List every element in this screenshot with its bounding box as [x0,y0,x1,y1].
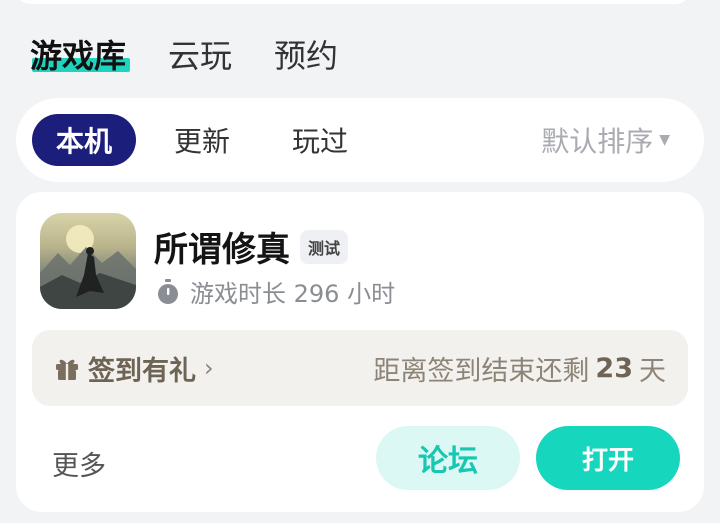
tab-label: 游戏库 [30,37,127,75]
gift-icon [56,359,78,380]
filter-chip-played[interactable]: 玩过 [268,114,372,166]
game-icon[interactable] [40,213,136,309]
sort-label: 默认排序 [541,125,654,158]
countdown-suffix: 天 [639,355,666,387]
filter-chip-local[interactable]: 本机 [32,114,137,166]
tab-game-library[interactable]: 游戏库 [30,32,131,80]
tab-cloud-play[interactable]: 云玩 [168,32,232,80]
previous-card-edge [16,0,690,4]
stopwatch-icon [158,278,178,304]
tab-label: 预约 [274,37,339,75]
signin-banner[interactable]: 签到有礼 › 距离签到结束还剩 23 天 [32,330,688,406]
tab-label: 云玩 [168,37,233,75]
playtime-text: 游戏时长 296 小时 [190,280,396,308]
game-card: 所谓修真 测试 游戏时长 296 小时 签到有礼 › 距离签到结束还剩 23 天 [16,192,704,512]
game-title-row: 所谓修真 测试 [154,222,349,271]
sort-dropdown[interactable]: 默认排序 ▼ [541,98,670,182]
countdown-prefix: 距离签到结束还剩 [373,355,590,387]
playtime-row: 游戏时长 296 小时 [156,274,395,309]
open-button[interactable]: 打开 [536,426,680,490]
chevron-right-icon: › [204,354,214,382]
tab-reservation[interactable]: 预约 [274,32,338,80]
game-title: 所谓修真 [154,230,290,270]
signin-label: 签到有礼 [88,355,196,387]
countdown-days: 23 [595,352,633,384]
more-button[interactable]: 更多 [52,444,106,483]
caret-down-icon: ▼ [659,132,670,148]
filter-chip-updates[interactable]: 更新 [150,114,254,166]
test-badge: 测试 [300,229,349,264]
forum-button[interactable]: 论坛 [376,426,520,490]
signin-link[interactable]: 签到有礼 › [54,330,214,406]
filter-bar: 本机 更新 玩过 默认排序 ▼ [16,98,704,182]
signin-countdown: 距离签到结束还剩 23 天 [373,330,666,406]
main-tabs: 游戏库 云玩 预约 [30,24,380,80]
